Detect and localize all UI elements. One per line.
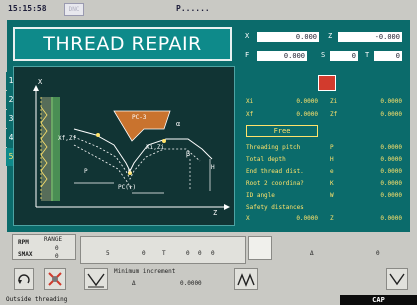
status-val-2: 0 (142, 250, 146, 257)
tool-icon-button[interactable] (44, 268, 66, 290)
tool-value: 0 (374, 51, 402, 61)
blank-key[interactable] (248, 236, 272, 260)
status-end-value: 0 (376, 250, 380, 257)
k-mark: K (128, 168, 132, 175)
xi-label: Xi (246, 98, 254, 105)
cap-indicator: CAP (340, 295, 417, 305)
depth-value[interactable]: 0.0000 (352, 156, 402, 163)
t-label: T (365, 51, 370, 59)
id-angle-value[interactable]: 0.0000 (352, 192, 402, 199)
root-coord-code: K (330, 180, 334, 187)
axis-x-label: X (38, 78, 43, 86)
min-increment-delta: Δ (132, 280, 136, 287)
s-label: S (321, 51, 326, 59)
smax-value: 0 (55, 253, 59, 260)
pitch-code: P (330, 144, 334, 151)
beta-label: β (186, 150, 191, 158)
xf-value[interactable]: 0.0000 (268, 111, 318, 118)
range-label: RANGE (44, 236, 63, 243)
xi-value[interactable]: 0.0000 (268, 98, 318, 105)
min-increment-value[interactable]: 0.0000 (180, 280, 202, 287)
min-increment-label: Minimum increment (114, 268, 176, 275)
approach-icon-button[interactable] (84, 268, 108, 290)
end-dist-label: End thread dist. (246, 168, 304, 175)
zi-value[interactable]: 0.0000 (352, 98, 402, 105)
status-val-3: T (162, 250, 166, 257)
cycle-graphic (13, 66, 235, 226)
approach-icon (87, 273, 105, 288)
status-val-5: 0 (198, 250, 202, 257)
root-coord-label: Root 2 coordina? (246, 180, 304, 187)
clock: 15:15:58 (8, 4, 47, 13)
z-label: Z (328, 32, 333, 40)
id-angle-label: ID angle (246, 192, 275, 199)
retract-icon (389, 273, 405, 286)
safety-z-label: Z (330, 215, 334, 222)
status-val-1: 5 (106, 250, 110, 257)
status-val-4: 0 (186, 250, 190, 257)
safety-z-value[interactable]: 0.0000 (352, 215, 402, 222)
thread-icon (237, 273, 255, 287)
depth-label: Total depth (246, 156, 286, 163)
safety-label: Safety distances (246, 204, 304, 211)
end-dist-code: e (330, 168, 334, 175)
status-val-6: 0 (211, 250, 215, 257)
h-label: H (211, 164, 215, 171)
pc1-label: PC(+) (118, 184, 137, 191)
delta-mark: Δ (310, 250, 314, 257)
feed-value: 0.000 (257, 51, 307, 61)
status-message: Outside threading (6, 296, 68, 303)
smax-label: SMAX (18, 251, 33, 258)
thread-type-selector[interactable]: Free (246, 125, 318, 137)
xizi-label: Xi,Zi (146, 144, 165, 151)
rotate-icon-button[interactable] (14, 268, 34, 290)
f-label: F (245, 51, 250, 59)
z-position: -0.000 (338, 32, 402, 42)
xf-label: Xf (246, 111, 254, 118)
zi-label: Zi (330, 98, 338, 105)
pc3-label: PC-3 (132, 114, 147, 121)
program-name: P...... (176, 4, 210, 13)
safety-x-value[interactable]: 0.0000 (268, 215, 318, 222)
alpha-label: α (176, 120, 181, 128)
zf-value[interactable]: 0.0000 (352, 111, 402, 118)
thread-diagram (33, 85, 230, 210)
zf-label: Zf (330, 111, 338, 118)
pitch-label: Threading pitch (246, 144, 301, 151)
pitch-value[interactable]: 0.0000 (352, 144, 402, 151)
rotate-icon (18, 274, 30, 284)
x-label: X (245, 32, 250, 40)
safety-x-label: X (246, 215, 250, 222)
xfzf-label: Xf,Zf (58, 135, 77, 142)
tool-icon (48, 272, 62, 286)
pitch-mark: P (84, 168, 88, 175)
page-title: THREAD REPAIR CYCLE (13, 27, 232, 85)
id-angle-code: W (330, 192, 334, 199)
rpm-label: RPM (18, 239, 29, 246)
end-dist-value[interactable]: 0.0000 (352, 168, 402, 175)
range-value: 0 (55, 245, 59, 252)
cycle-toggle-button[interactable] (318, 75, 336, 91)
axis-z-label: Z (213, 209, 218, 217)
retract-icon-button[interactable] (386, 268, 408, 290)
x-position: 0.000 (257, 32, 319, 42)
spindle-value: 0 (330, 51, 358, 61)
depth-code: H (330, 156, 334, 163)
root-coord-value[interactable]: 0.0000 (352, 180, 402, 187)
mode-indicator: DNC (64, 3, 84, 16)
thread-icon-button[interactable] (234, 268, 258, 290)
